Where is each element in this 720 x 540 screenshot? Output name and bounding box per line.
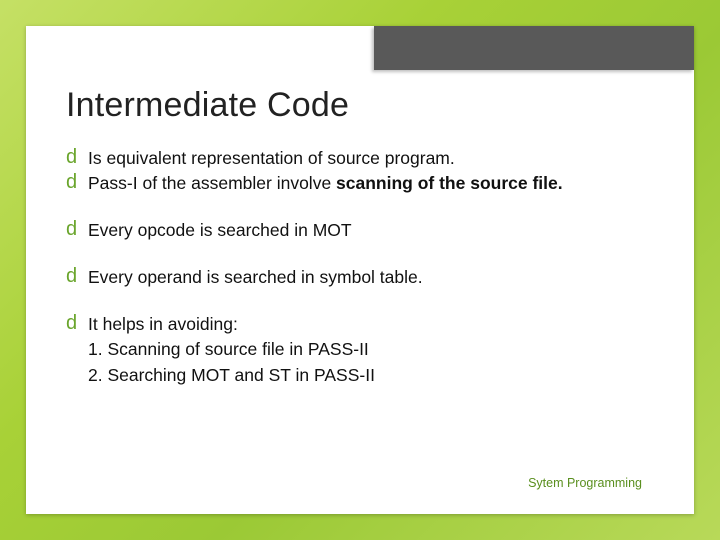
bullet-4-text-b: operand is searched in symbol table. [133, 267, 423, 287]
spacer [66, 197, 654, 217]
bullet-icon: d [66, 266, 77, 286]
bullet-1-text-a: Is [88, 148, 102, 168]
bullet-3-text-a: Every [88, 220, 133, 240]
sub-line-1: 1. Scanning of source file in PASS-II [66, 338, 654, 361]
bullet-5: d It helps in avoiding: [66, 313, 654, 336]
bullet-2-bold: scanning of the source file. [336, 173, 563, 193]
bullet-icon: d [66, 172, 77, 192]
bullet-2-text-a: Pass-I [88, 173, 138, 193]
bullet-icon: d [66, 313, 77, 333]
bullet-icon: d [66, 219, 77, 239]
slide-card: Intermediate Code d Is equivalent repres… [26, 26, 694, 514]
bullet-3: d Every opcode is searched in MOT [66, 219, 654, 242]
bullet-2: d Pass-I of the assembler involve scanni… [66, 172, 654, 195]
slide-title: Intermediate Code [66, 86, 654, 125]
spacer [66, 291, 654, 311]
bullet-5-text-a: It [88, 314, 98, 334]
footer-text: Sytem Programming [528, 476, 642, 490]
sub-line-2: 2. Searching MOT and ST in PASS-II [66, 364, 654, 387]
bullet-2-text-b: of the assembler involve [138, 173, 336, 193]
bullet-4-text-a: Every [88, 267, 133, 287]
bullet-5-text-b: helps in avoiding: [98, 314, 238, 334]
slide-content: d Is equivalent representation of source… [66, 147, 654, 387]
bullet-icon: d [66, 147, 77, 167]
spacer [66, 244, 654, 264]
bullet-3-text-b: opcode is searched in MOT [133, 220, 352, 240]
bullet-4: d Every operand is searched in symbol ta… [66, 266, 654, 289]
bullet-1-text-b: equivalent representation of source prog… [102, 148, 455, 168]
bullet-1: d Is equivalent representation of source… [66, 147, 654, 170]
corner-accent [374, 26, 694, 70]
